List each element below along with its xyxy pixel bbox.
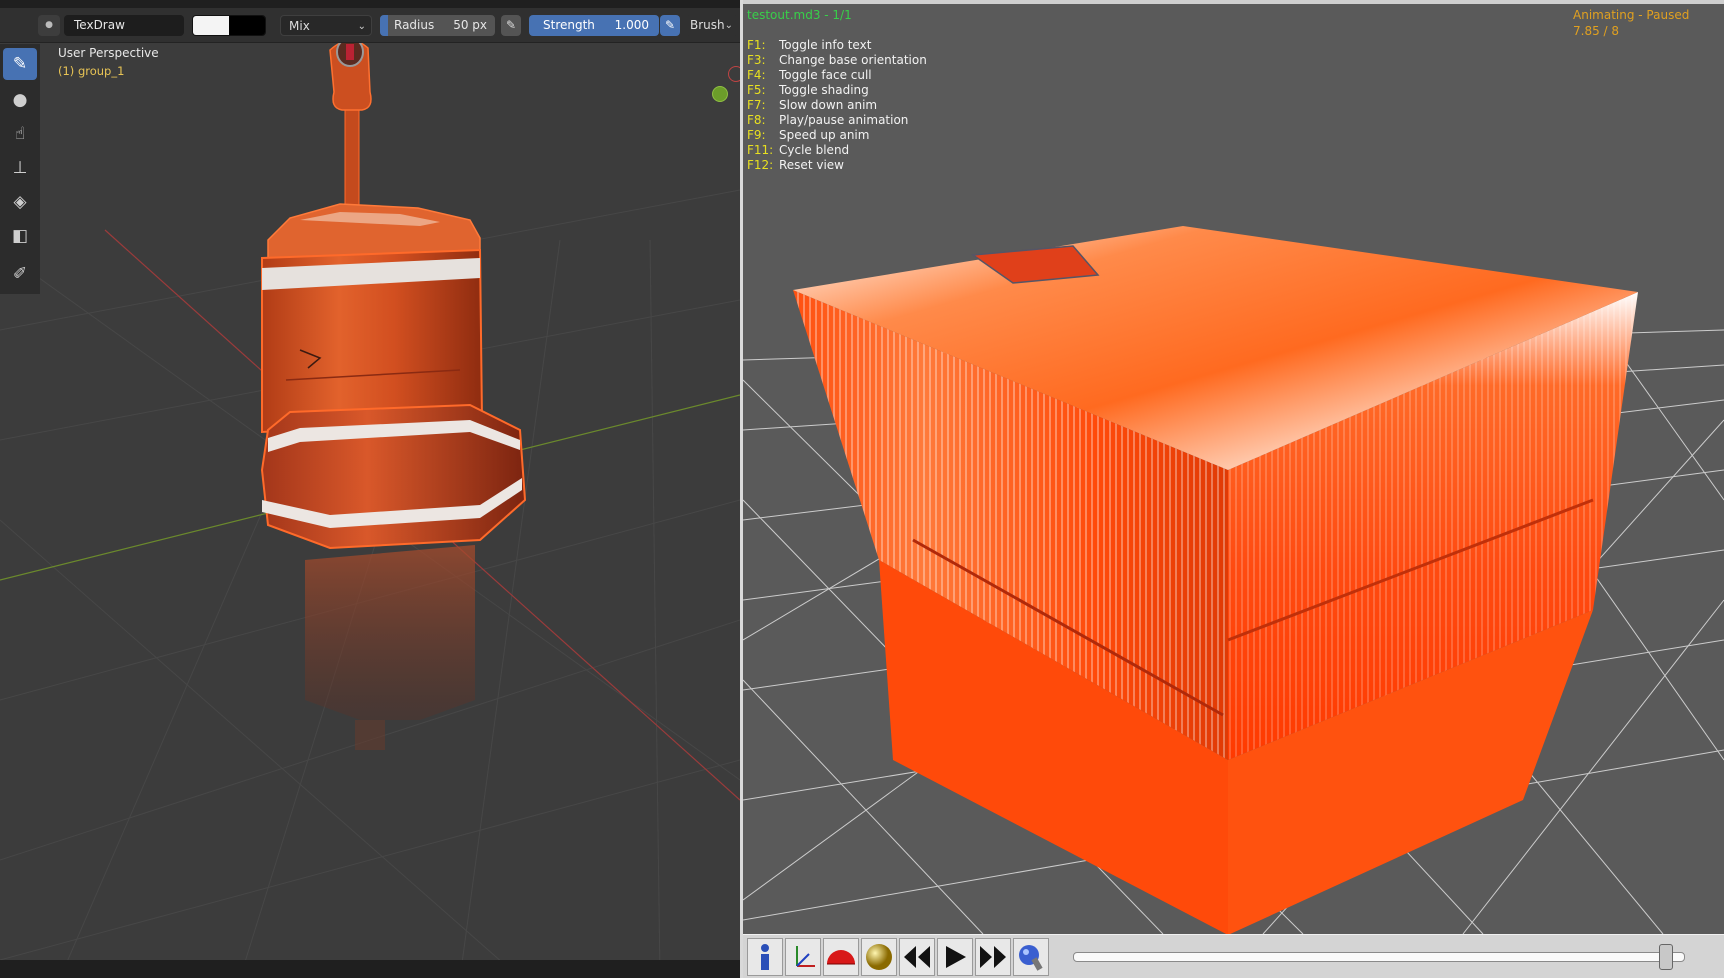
radius-slider[interactable]: Radius 50 px [380, 15, 495, 36]
viewport-scene[interactable] [0, 0, 740, 978]
key-help-row: F1: Toggle info text [747, 38, 872, 52]
strength-slider[interactable]: Strength 1.000 [529, 15, 659, 36]
radius-pressure-icon[interactable]: ✎ [501, 15, 521, 36]
buoy-reflection [305, 545, 475, 750]
color-swatch[interactable] [192, 15, 266, 36]
brush-icon[interactable]: ● [38, 15, 60, 36]
key-help-row: F7: Slow down anim [747, 98, 878, 112]
chevron-down-icon: ⌄ [724, 20, 733, 31]
clone-stamp-icon[interactable]: ⊥ [3, 152, 37, 184]
gizmo-y-axis-icon[interactable] [712, 86, 728, 102]
axes-icon [796, 946, 815, 967]
tool-settings-header: ● TexDraw Mix ⌄ Radius 50 px ✎ Strength … [0, 8, 740, 43]
key-help-row: F11: Cycle blend [747, 143, 850, 157]
animation-frame: 7.85 / 8 [1573, 24, 1620, 38]
radius-slider-fill [380, 15, 388, 36]
md3-viewer-panel: testout.md3 - 1/1 Animating - Paused 7.8… [743, 0, 1724, 978]
shaded-button[interactable] [861, 938, 897, 976]
annotate-icon[interactable]: ✐ [3, 258, 37, 290]
radius-label: Radius [394, 18, 435, 32]
key-help-list: F1: Toggle info text F3: Change base orien… [747, 38, 927, 173]
key-help-row: F4: Toggle face cull [747, 68, 872, 82]
export-button[interactable] [1013, 938, 1049, 976]
soften-drop-icon[interactable]: ● [3, 84, 37, 116]
timeline-thumb[interactable] [1659, 944, 1674, 970]
strength-label: Strength [543, 18, 595, 32]
info-button[interactable] [747, 938, 783, 976]
animation-status: Animating - Paused [1573, 8, 1690, 22]
active-object-name: (1) group_1 [58, 64, 125, 78]
model-title: testout.md3 - 1/1 [747, 8, 852, 22]
strength-value: 1.000 [614, 18, 649, 32]
mask-icon[interactable]: ◧ [3, 220, 37, 252]
brush-name-field[interactable]: TexDraw [64, 15, 184, 36]
primary-color[interactable] [193, 16, 229, 35]
key-help-row: F12: Reset view [747, 158, 844, 172]
key-help-row: F9: Speed up anim [747, 128, 870, 142]
secondary-color[interactable] [229, 16, 265, 35]
strength-pressure-icon[interactable]: ✎ [660, 15, 680, 36]
draw-brush-icon[interactable]: ✎ [3, 48, 37, 80]
viewer-top-edge [743, 0, 1724, 4]
fill-bucket-icon[interactable]: ◈ [3, 186, 37, 218]
tool-shelf: ✎ ● ☝ ⊥ ◈ ◧ ✐ [0, 44, 40, 294]
globe-wand-icon [1019, 945, 1043, 971]
brush-menu-label: Brush [690, 18, 725, 32]
md3-box-model[interactable] [793, 226, 1638, 935]
fast-forward-button[interactable] [975, 938, 1011, 976]
status-bar [0, 960, 740, 978]
red-dome-icon [827, 950, 855, 965]
radius-value: 50 px [453, 18, 487, 32]
blend-mode-value: Mix [289, 19, 310, 33]
chevron-down-icon: ⌄ [357, 21, 366, 32]
brush-menu[interactable]: Brush ⌄ [686, 15, 738, 36]
info-icon [761, 944, 769, 970]
view-name: User Perspective [58, 46, 159, 60]
key-help-row: F5: Toggle shading [747, 83, 869, 97]
rewind-button[interactable] [899, 938, 935, 976]
viewer-toolbar [743, 934, 1724, 978]
top-menu-strip [0, 0, 740, 8]
fast-forward-icon [980, 946, 1006, 968]
play-button[interactable] [937, 938, 973, 976]
play-icon [946, 946, 966, 968]
smear-icon[interactable]: ☝ [3, 118, 37, 150]
blender-viewport-panel: ● TexDraw Mix ⌄ Radius 50 px ✎ Strength … [0, 0, 740, 978]
gold-sphere-icon [866, 944, 892, 970]
blend-mode-dropdown[interactable]: Mix ⌄ [280, 15, 372, 36]
gizmo-x-axis-icon[interactable] [728, 66, 740, 82]
rewind-icon [904, 946, 930, 968]
axes-button[interactable] [785, 938, 821, 976]
buoy-model[interactable] [260, 37, 527, 550]
wireframe-button[interactable] [823, 938, 859, 976]
animation-timeline[interactable] [1073, 952, 1685, 962]
key-help-row: F8: Play/pause animation [747, 113, 909, 127]
key-help-row: F3: Change base orientation [747, 53, 927, 67]
